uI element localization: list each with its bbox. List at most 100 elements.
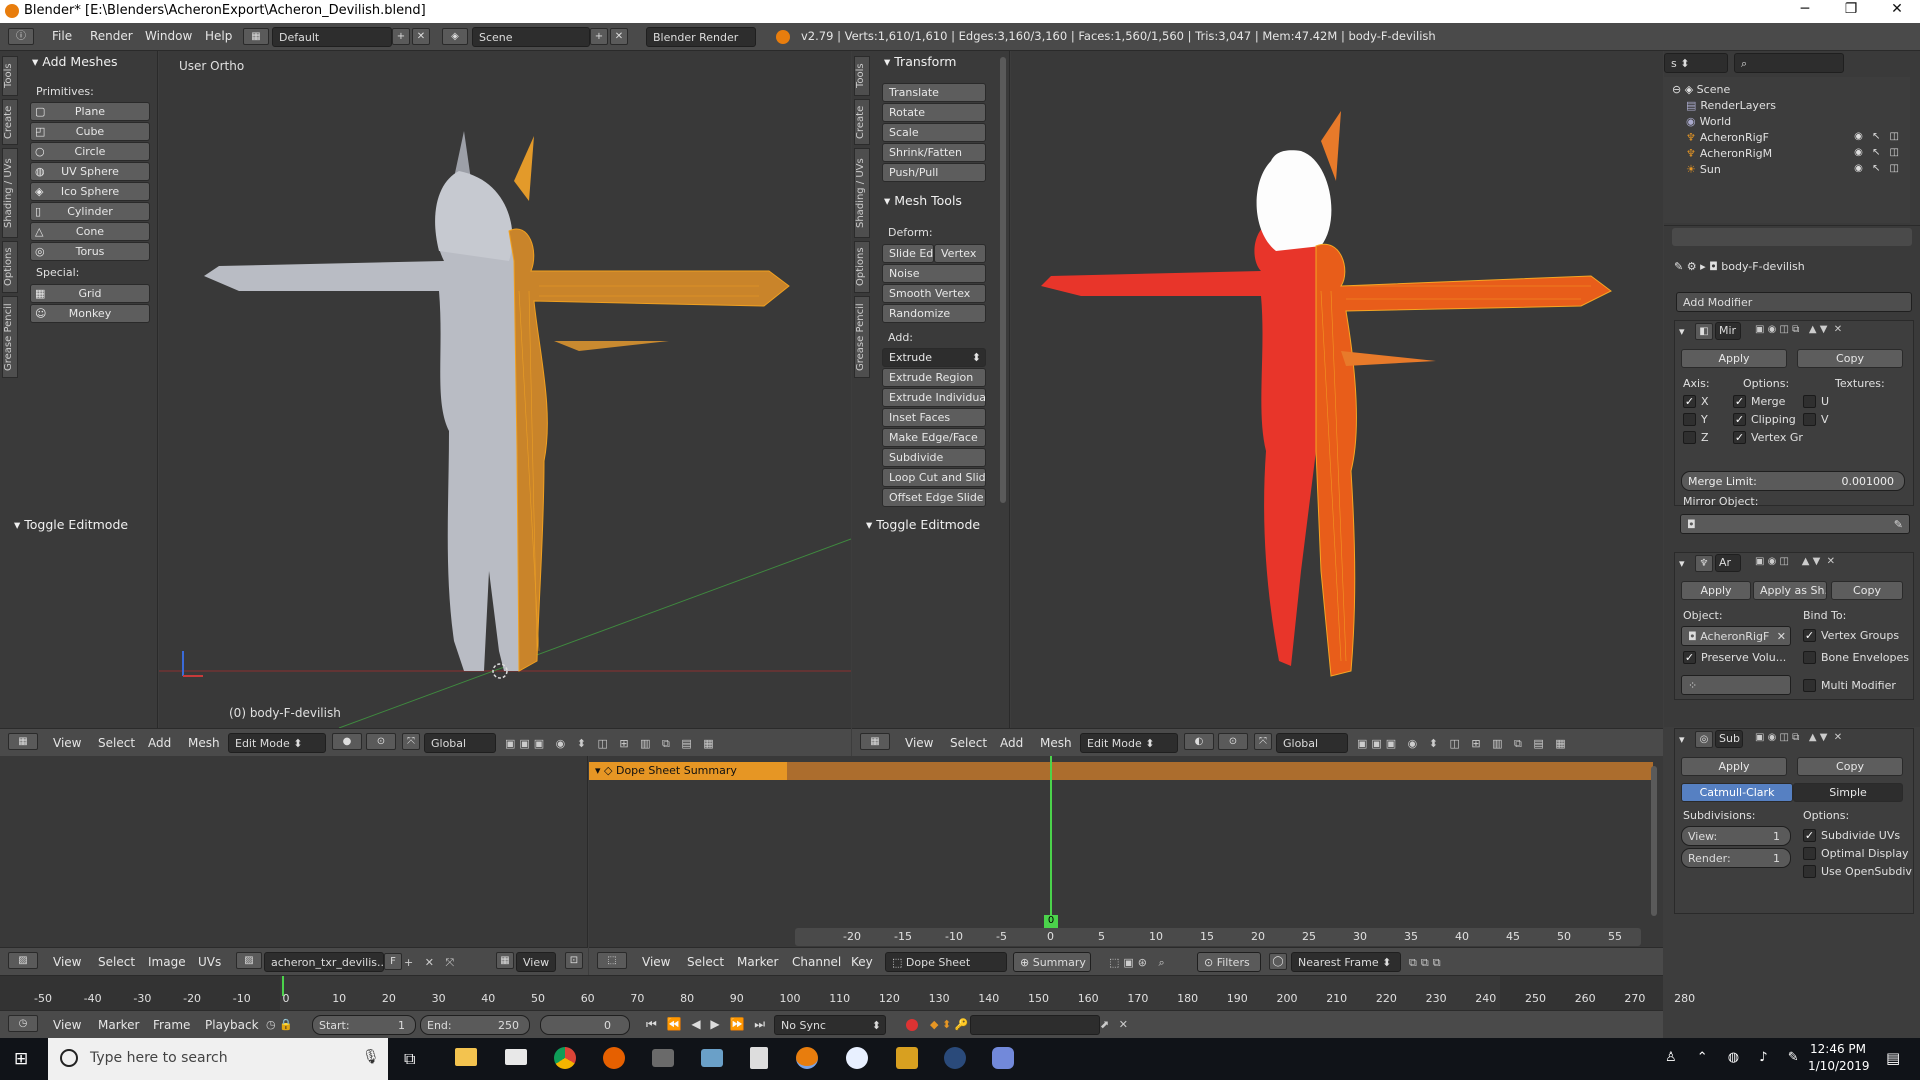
subsurf-copy-button[interactable]: Copy [1797, 757, 1903, 776]
primitive-ico-sphere-button[interactable]: ◈ Ico Sphere [30, 182, 150, 201]
right-mode-select[interactable]: Edit Mode ⬍ [1080, 733, 1178, 753]
file-explorer-icon[interactable] [455, 1048, 477, 1066]
add-offset-edge-slide-button[interactable]: Offset Edge Slide [882, 488, 986, 507]
task-view-icon[interactable]: ⧉ [404, 1049, 415, 1069]
add-make-edge-face-button[interactable]: Make Edge/Face [882, 428, 986, 447]
ds-filters-button[interactable]: ⊙ Filters [1197, 952, 1261, 972]
uv-menu-select[interactable]: Select [98, 955, 135, 969]
special-grid-button[interactable]: ▦ Grid [30, 284, 150, 303]
outliner-item[interactable]: ☀ Sun ◉ ↖ ◫ [1686, 163, 1906, 176]
subsurf-view-field[interactable]: View: 1 [1681, 826, 1791, 846]
tl-end-field[interactable]: End: 250 [420, 1015, 530, 1035]
subsurf-render-field[interactable]: Render: 1 [1681, 848, 1791, 868]
mirror-option-clipping-checkbox[interactable]: ✓ [1733, 413, 1746, 426]
tl-start-field[interactable]: Start: 1 [312, 1015, 416, 1035]
simple-button[interactable]: Simple [1793, 783, 1903, 802]
app-icon-1[interactable] [652, 1049, 674, 1067]
chrome-icon[interactable] [554, 1047, 576, 1069]
right-shading-icon[interactable]: ◐ [1184, 733, 1214, 750]
tl-sync-select[interactable]: No Sync ⬍ [774, 1015, 886, 1035]
mirror-copy-button[interactable]: Copy [1797, 349, 1903, 368]
mirror-texture-u-checkbox[interactable] [1803, 395, 1816, 408]
subsurf-apply-button[interactable]: Apply [1681, 757, 1787, 776]
tl-menu-marker[interactable]: Marker [98, 1018, 139, 1032]
subsurf-subdivide-uvs-checkbox[interactable]: ✓ [1803, 829, 1816, 842]
uv-view-icon[interactable]: ▦ [496, 952, 514, 969]
tl-keying-icons[interactable]: ◆ ⬍ 🔑 [930, 1018, 968, 1031]
taskbar-search[interactable]: Type here to search 🎙 [48, 1038, 388, 1080]
uv-editor-type-icon[interactable]: ▨ [8, 952, 38, 969]
transform-rotate-button[interactable]: Rotate [882, 103, 986, 122]
vertex-slide-button[interactable]: Vertex [934, 244, 986, 263]
remove-scene-icon[interactable]: ✕ [610, 28, 628, 45]
left-orientation-select[interactable]: Global [424, 733, 496, 753]
add-layout-icon[interactable]: + [392, 28, 410, 45]
tray-icons[interactable]: ♙ ⌃ ◍ ♪ ✎ [1665, 1050, 1807, 1065]
ds-menu-channel[interactable]: Channel [792, 955, 841, 969]
left-mode-select[interactable]: Edit Mode ⬍ [228, 733, 326, 753]
tab-options-mid[interactable]: Options [854, 241, 870, 293]
multi-modifier-checkbox[interactable] [1803, 679, 1816, 692]
uv-header-icons[interactable]: + ✕ ⤧ [404, 956, 458, 970]
toggle-editmode-header-mid[interactable]: ▾ Toggle Editmode [866, 517, 980, 532]
maximize-button[interactable]: ❐ [1828, 1, 1874, 17]
clock-date[interactable]: 1/10/2019 [1808, 1059, 1870, 1073]
mirror-apply-button[interactable]: Apply [1681, 349, 1787, 368]
editor-type-icon-left[interactable]: ▦ [8, 733, 38, 750]
ds-menu-select[interactable]: Select [687, 955, 724, 969]
editor-type-icon-right[interactable]: ▦ [860, 733, 890, 750]
right-menu-mesh[interactable]: Mesh [1040, 736, 1072, 750]
clock-time[interactable]: 12:46 PM [1808, 1042, 1868, 1056]
tl-keying-set-field[interactable] [970, 1015, 1100, 1035]
left-manipulator-icon[interactable]: ⤧ [402, 733, 420, 750]
mirror-option-merge-checkbox[interactable]: ✓ [1733, 395, 1746, 408]
deform-smooth-vertex-button[interactable]: Smooth Vertex [882, 284, 986, 303]
subsurf-toggle-icons[interactable]: ▣ ◉ ◫ ⧉ ▲ ▼ ✕ [1755, 732, 1905, 746]
app-icon-3[interactable] [896, 1047, 918, 1069]
outliner-item[interactable]: ▤ RenderLayers [1686, 99, 1906, 112]
add-extrude-region-button[interactable]: Extrude Region [882, 368, 986, 387]
tab-tools-mid[interactable]: Tools [854, 56, 870, 96]
primitive-uv-sphere-button[interactable]: ◍ UV Sphere [30, 162, 150, 181]
extrude-button[interactable]: Extrude ⬍ [882, 348, 986, 367]
right-header-tool-icons[interactable]: ▣▣▣ ◉ ⬍ ◫ ⊞ ▥ ⧉ ▤ ▦ [1357, 737, 1627, 753]
scene-select[interactable]: Scene [472, 27, 590, 47]
add-subdivide-button[interactable]: Subdivide [882, 448, 986, 467]
tl-current-frame-field[interactable]: 0 [540, 1015, 630, 1035]
tl-preview-icons[interactable]: ◷ 🔒 [266, 1018, 293, 1031]
armature-apply-button[interactable]: Apply [1681, 581, 1751, 600]
right-menu-view[interactable]: View [905, 736, 933, 750]
windows-start-icon[interactable]: ⊞ [14, 1050, 32, 1068]
add-meshes-header[interactable]: ▾ Add Meshes [32, 54, 118, 69]
firefox-icon[interactable] [603, 1047, 625, 1069]
outliner-item[interactable]: ♆ AcheronRigF ◉ ↖ ◫ [1686, 131, 1906, 144]
left-menu-view[interactable]: View [53, 736, 81, 750]
timeline-editor-type-icon[interactable]: ◷ [8, 1015, 38, 1032]
layout-select[interactable]: Default [272, 27, 392, 47]
dopesheet-scrollbar[interactable] [1651, 766, 1657, 916]
left-menu-add[interactable]: Add [148, 736, 171, 750]
toggle-editmode-header[interactable]: ▾ Toggle Editmode [14, 517, 128, 532]
visibility-icons[interactable]: ◉ ↖ ◫ [1854, 147, 1902, 158]
toolshelf-scrollbar[interactable] [1000, 57, 1006, 503]
mail-icon[interactable] [505, 1049, 527, 1065]
right-orientation-select[interactable]: Global [1276, 733, 1348, 753]
tl-menu-frame[interactable]: Frame [153, 1018, 190, 1032]
armature-collapse-icon[interactable]: ▾ [1679, 557, 1685, 570]
ds-menu-key[interactable]: Key [851, 955, 873, 969]
transform-push-pull-button[interactable]: Push/Pull [882, 163, 986, 182]
mirror-axis-y-checkbox[interactable] [1683, 413, 1696, 426]
minimize-button[interactable]: ─ [1782, 1, 1828, 17]
outliner-search-input[interactable]: ⌕ [1734, 53, 1844, 73]
uv-fake-user-button[interactable]: F [384, 953, 402, 970]
mirror-object-field[interactable]: ◘ ✎ [1680, 514, 1910, 534]
menu-window[interactable]: Window [145, 29, 192, 43]
mirror-texture-v-checkbox[interactable] [1803, 413, 1816, 426]
primitive-cylinder-button[interactable]: ▯ Cylinder [30, 202, 150, 221]
tl-playback-controls[interactable]: ⏮ ⏪ ◀ ▶ ⏩ ⏭ [646, 1017, 768, 1032]
outliner-item[interactable]: ♆ AcheronRigM ◉ ↖ ◫ [1686, 147, 1906, 160]
mirror-toggle-icons[interactable]: ▣ ◉ ◫ ⧉ ▲ ▼ ✕ [1755, 324, 1905, 338]
ds-menu-marker[interactable]: Marker [737, 955, 778, 969]
right-menu-add[interactable]: Add [1000, 736, 1023, 750]
add-modifier-select[interactable]: Add Modifier [1676, 292, 1912, 312]
